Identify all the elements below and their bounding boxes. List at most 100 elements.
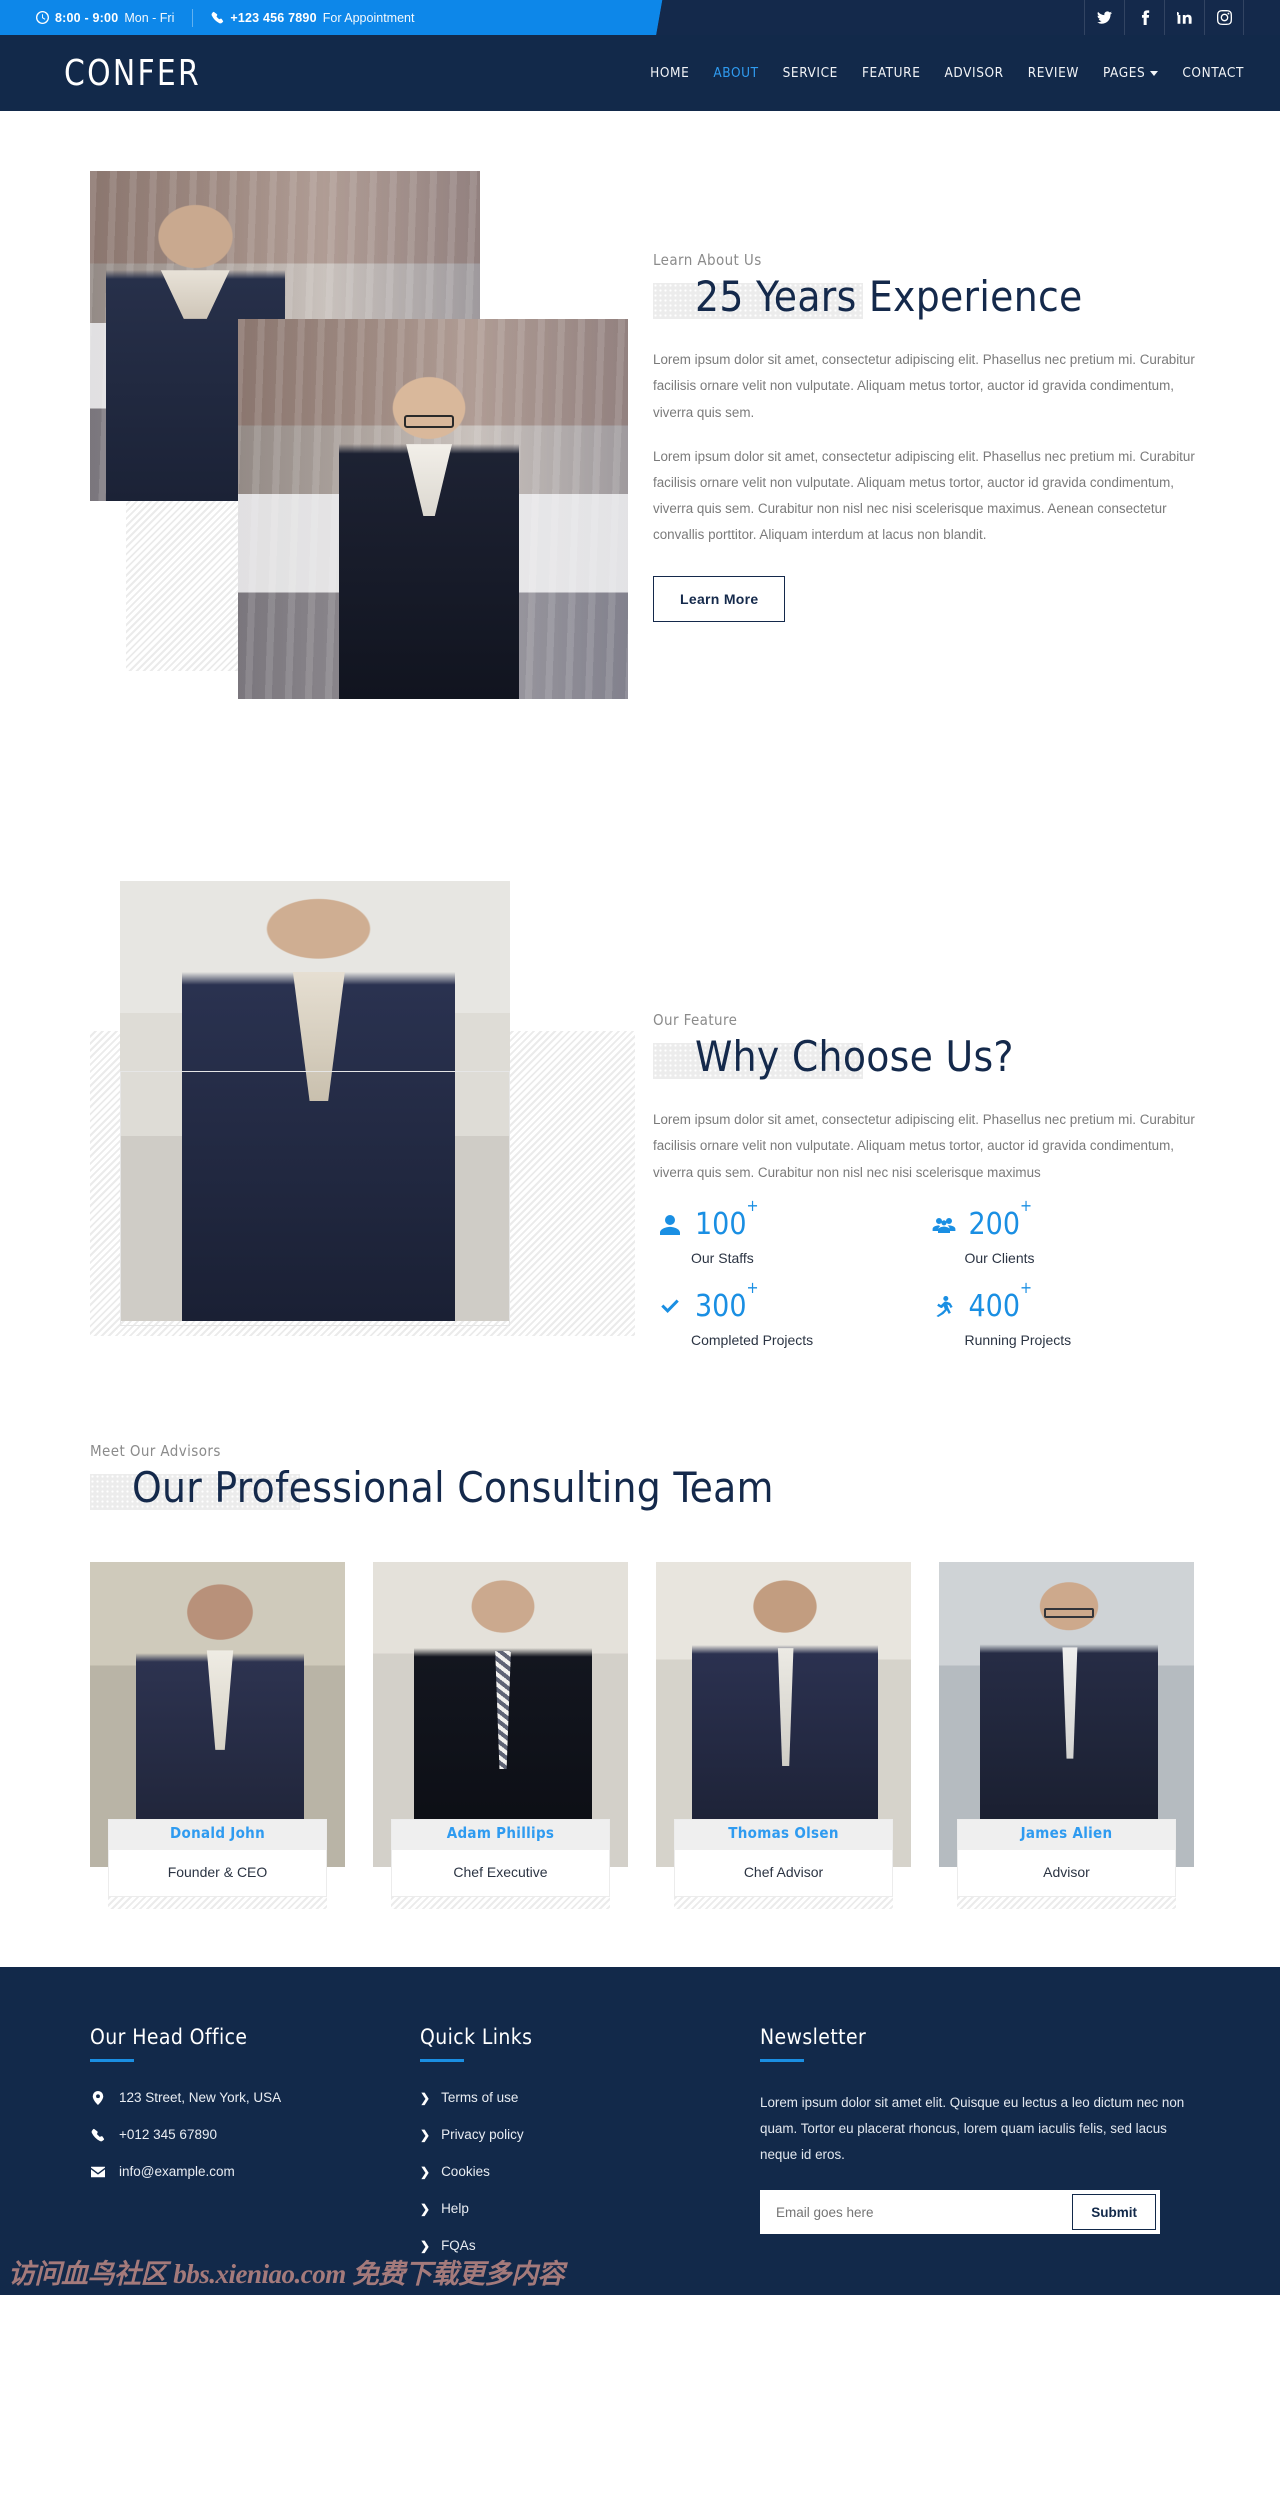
nav-item-contact[interactable]: CONTACT	[1182, 65, 1244, 81]
footer-quick-links-column: Quick Links ❯ Terms of use ❯ Privacy pol…	[420, 2025, 760, 2275]
footer-phone: +012 345 67890	[90, 2127, 420, 2142]
feature-paragraph: Lorem ipsum dolor sit amet, consectetur …	[653, 1112, 1195, 1180]
footer-link-label: Privacy policy	[441, 2127, 524, 2143]
appointment-phone-number: +123 456 7890	[230, 10, 317, 25]
footer-office-rule	[90, 2059, 134, 2063]
feature-counters: 100+ Our Staffs 200+ Our Clients 300+ Co…	[653, 1195, 1201, 1374]
envelope-icon	[90, 2165, 106, 2179]
footer-email: info@example.com	[90, 2164, 420, 2179]
newsletter-submit-button[interactable]: Submit	[1072, 2194, 1156, 2231]
office-hours-time: 8:00 - 9:00	[55, 10, 119, 25]
nav-item-advisor[interactable]: ADVISOR	[945, 65, 1004, 81]
team-caption: Donald John Founder & CEO	[108, 1819, 327, 1898]
team-caption: Adam Phillips Chef Executive	[391, 1819, 610, 1898]
twitter-icon[interactable]	[1084, 0, 1124, 35]
team-section: Meet Our Advisors Our Professional Consu…	[0, 1414, 1280, 1967]
footer-link-terms-of-use[interactable]: ❯ Terms of use	[420, 2090, 760, 2105]
footer-link-label: Cookies	[441, 2164, 490, 2180]
footer-link-fqas[interactable]: ❯ FQAs	[420, 2238, 760, 2253]
counter-our-clients-label: Our Clients	[964, 1249, 1035, 1266]
team-card[interactable]: Thomas Olsen Chef Advisor	[656, 1562, 911, 1910]
counter-completed-projects-label: Completed Projects	[691, 1331, 814, 1348]
team-header: Meet Our Advisors Our Professional Consu…	[70, 1442, 1210, 1538]
newsletter-form: Submit	[760, 2190, 1160, 2235]
newsletter-email-input[interactable]	[764, 2194, 1073, 2231]
counter-running-projects-label: Running Projects	[964, 1331, 1072, 1348]
chevron-down-icon	[1150, 70, 1159, 76]
office-hours: 8:00 - 9:00 Mon - Fri	[36, 11, 174, 25]
counter-our-staffs: 100+ Our Staffs	[653, 1195, 927, 1266]
about-section: Learn About Us 25 Years Experience Lorem…	[0, 111, 1280, 821]
team-heading-text: Our Professional Consulting Team	[132, 1462, 774, 1512]
counter-running-projects-value: 400+	[968, 1277, 1033, 1324]
footer-office-column: Our Head Office 123 Street, New York, US…	[90, 2025, 420, 2275]
nav-item-home[interactable]: HOME	[650, 65, 689, 81]
nav-item-pages[interactable]: PAGES	[1103, 65, 1159, 81]
counter-running-projects: 400+ Running Projects	[927, 1277, 1201, 1348]
team-grid: Donald John Founder & CEO Adam Phillips …	[70, 1562, 1210, 1910]
team-caption: Thomas Olsen Chef Advisor	[674, 1819, 893, 1898]
about-image-collage	[90, 171, 635, 781]
footer-link-cookies[interactable]: ❯ Cookies	[420, 2164, 760, 2179]
counter-our-staffs-value: 100+	[695, 1195, 759, 1242]
phone-icon	[90, 2128, 106, 2142]
site-logo[interactable]: CONFER	[64, 53, 201, 94]
phone-icon	[211, 11, 224, 24]
nav-item-review[interactable]: REVIEW	[1028, 65, 1079, 81]
feature-copy: Our Feature Why Choose Us? Lorem ipsum d…	[635, 841, 1210, 1374]
feature-image-collage	[90, 841, 635, 1361]
footer-link-privacy-policy[interactable]: ❯ Privacy policy	[420, 2127, 760, 2142]
about-sub-label: Learn About Us	[653, 251, 762, 269]
team-card[interactable]: Adam Phillips Chef Executive	[373, 1562, 628, 1910]
about-paragraph-2: Lorem ipsum dolor sit amet, consectetur …	[653, 448, 1195, 543]
about-heading-text: 25 Years Experience	[695, 272, 1083, 321]
chevron-right-icon: ❯	[420, 2238, 431, 2253]
nav-item-service[interactable]: SERVICE	[783, 65, 838, 81]
team-member-name: Donald John	[109, 1820, 326, 1851]
social-links	[1084, 0, 1280, 35]
team-card[interactable]: Donald John Founder & CEO	[90, 1562, 345, 1910]
check-icon	[657, 1292, 683, 1322]
location-pin-icon	[90, 2090, 106, 2105]
team-caption: James Alien Advisor	[957, 1819, 1176, 1898]
about-learn-more-button[interactable]: Learn More	[653, 576, 786, 623]
team-member-name: Adam Phillips	[392, 1820, 609, 1851]
instagram-icon[interactable]	[1204, 0, 1244, 35]
user-icon	[657, 1210, 683, 1240]
footer-quick-links-rule	[420, 2059, 464, 2063]
footer-phone-text: +012 345 67890	[119, 2127, 217, 2143]
footer-link-label: Help	[441, 2201, 469, 2217]
footer-quick-links-title: Quick Links	[420, 2025, 533, 2050]
team-heading: Our Professional Consulting Team	[90, 1462, 774, 1512]
top-bar: 8:00 - 9:00 Mon - Fri +123 456 7890 For …	[0, 0, 1280, 35]
nav-item-about[interactable]: ABOUT	[713, 65, 758, 81]
nav-item-pages-label: PAGES	[1103, 65, 1146, 81]
counter-completed-projects: 300+ Completed Projects	[653, 1279, 927, 1348]
facebook-icon[interactable]	[1124, 0, 1164, 35]
footer-link-help[interactable]: ❯ Help	[420, 2201, 760, 2216]
about-paragraph-1: Lorem ipsum dolor sit amet, consectetur …	[653, 352, 1195, 420]
footer-newsletter-rule	[760, 2059, 804, 2063]
running-icon	[931, 1292, 957, 1322]
top-bar-info: 8:00 - 9:00 Mon - Fri +123 456 7890 For …	[0, 0, 674, 35]
chevron-right-icon: ❯	[420, 2090, 431, 2105]
footer-office-title: Our Head Office	[90, 2025, 248, 2050]
linkedin-icon[interactable]	[1164, 0, 1204, 35]
top-bar-divider	[192, 8, 194, 27]
team-member-role: Chef Advisor	[743, 1864, 824, 1881]
clock-icon	[36, 11, 49, 24]
footer-link-label: Terms of use	[441, 2090, 519, 2106]
chevron-right-icon: ❯	[420, 2164, 431, 2179]
team-member-name: Thomas Olsen	[675, 1820, 892, 1851]
main-navbar: CONFER HOME ABOUT SERVICE FEATURE ADVISO…	[0, 35, 1280, 111]
footer-newsletter-text: Lorem ipsum dolor sit amet elit. Quisque…	[760, 2095, 1185, 2163]
feature-sub-label: Our Feature	[653, 1011, 738, 1029]
team-member-role: Advisor	[1043, 1864, 1090, 1881]
team-member-role: Chef Executive	[453, 1864, 548, 1881]
team-card[interactable]: James Alien Advisor	[939, 1562, 1194, 1910]
feature-decor-outline	[120, 1071, 510, 1326]
office-hours-days: Mon - Fri	[124, 10, 175, 25]
appointment-phone-note: For Appointment	[322, 10, 415, 25]
nav-item-feature[interactable]: FEATURE	[862, 65, 921, 81]
about-copy: Learn About Us 25 Years Experience Lorem…	[635, 171, 1210, 623]
